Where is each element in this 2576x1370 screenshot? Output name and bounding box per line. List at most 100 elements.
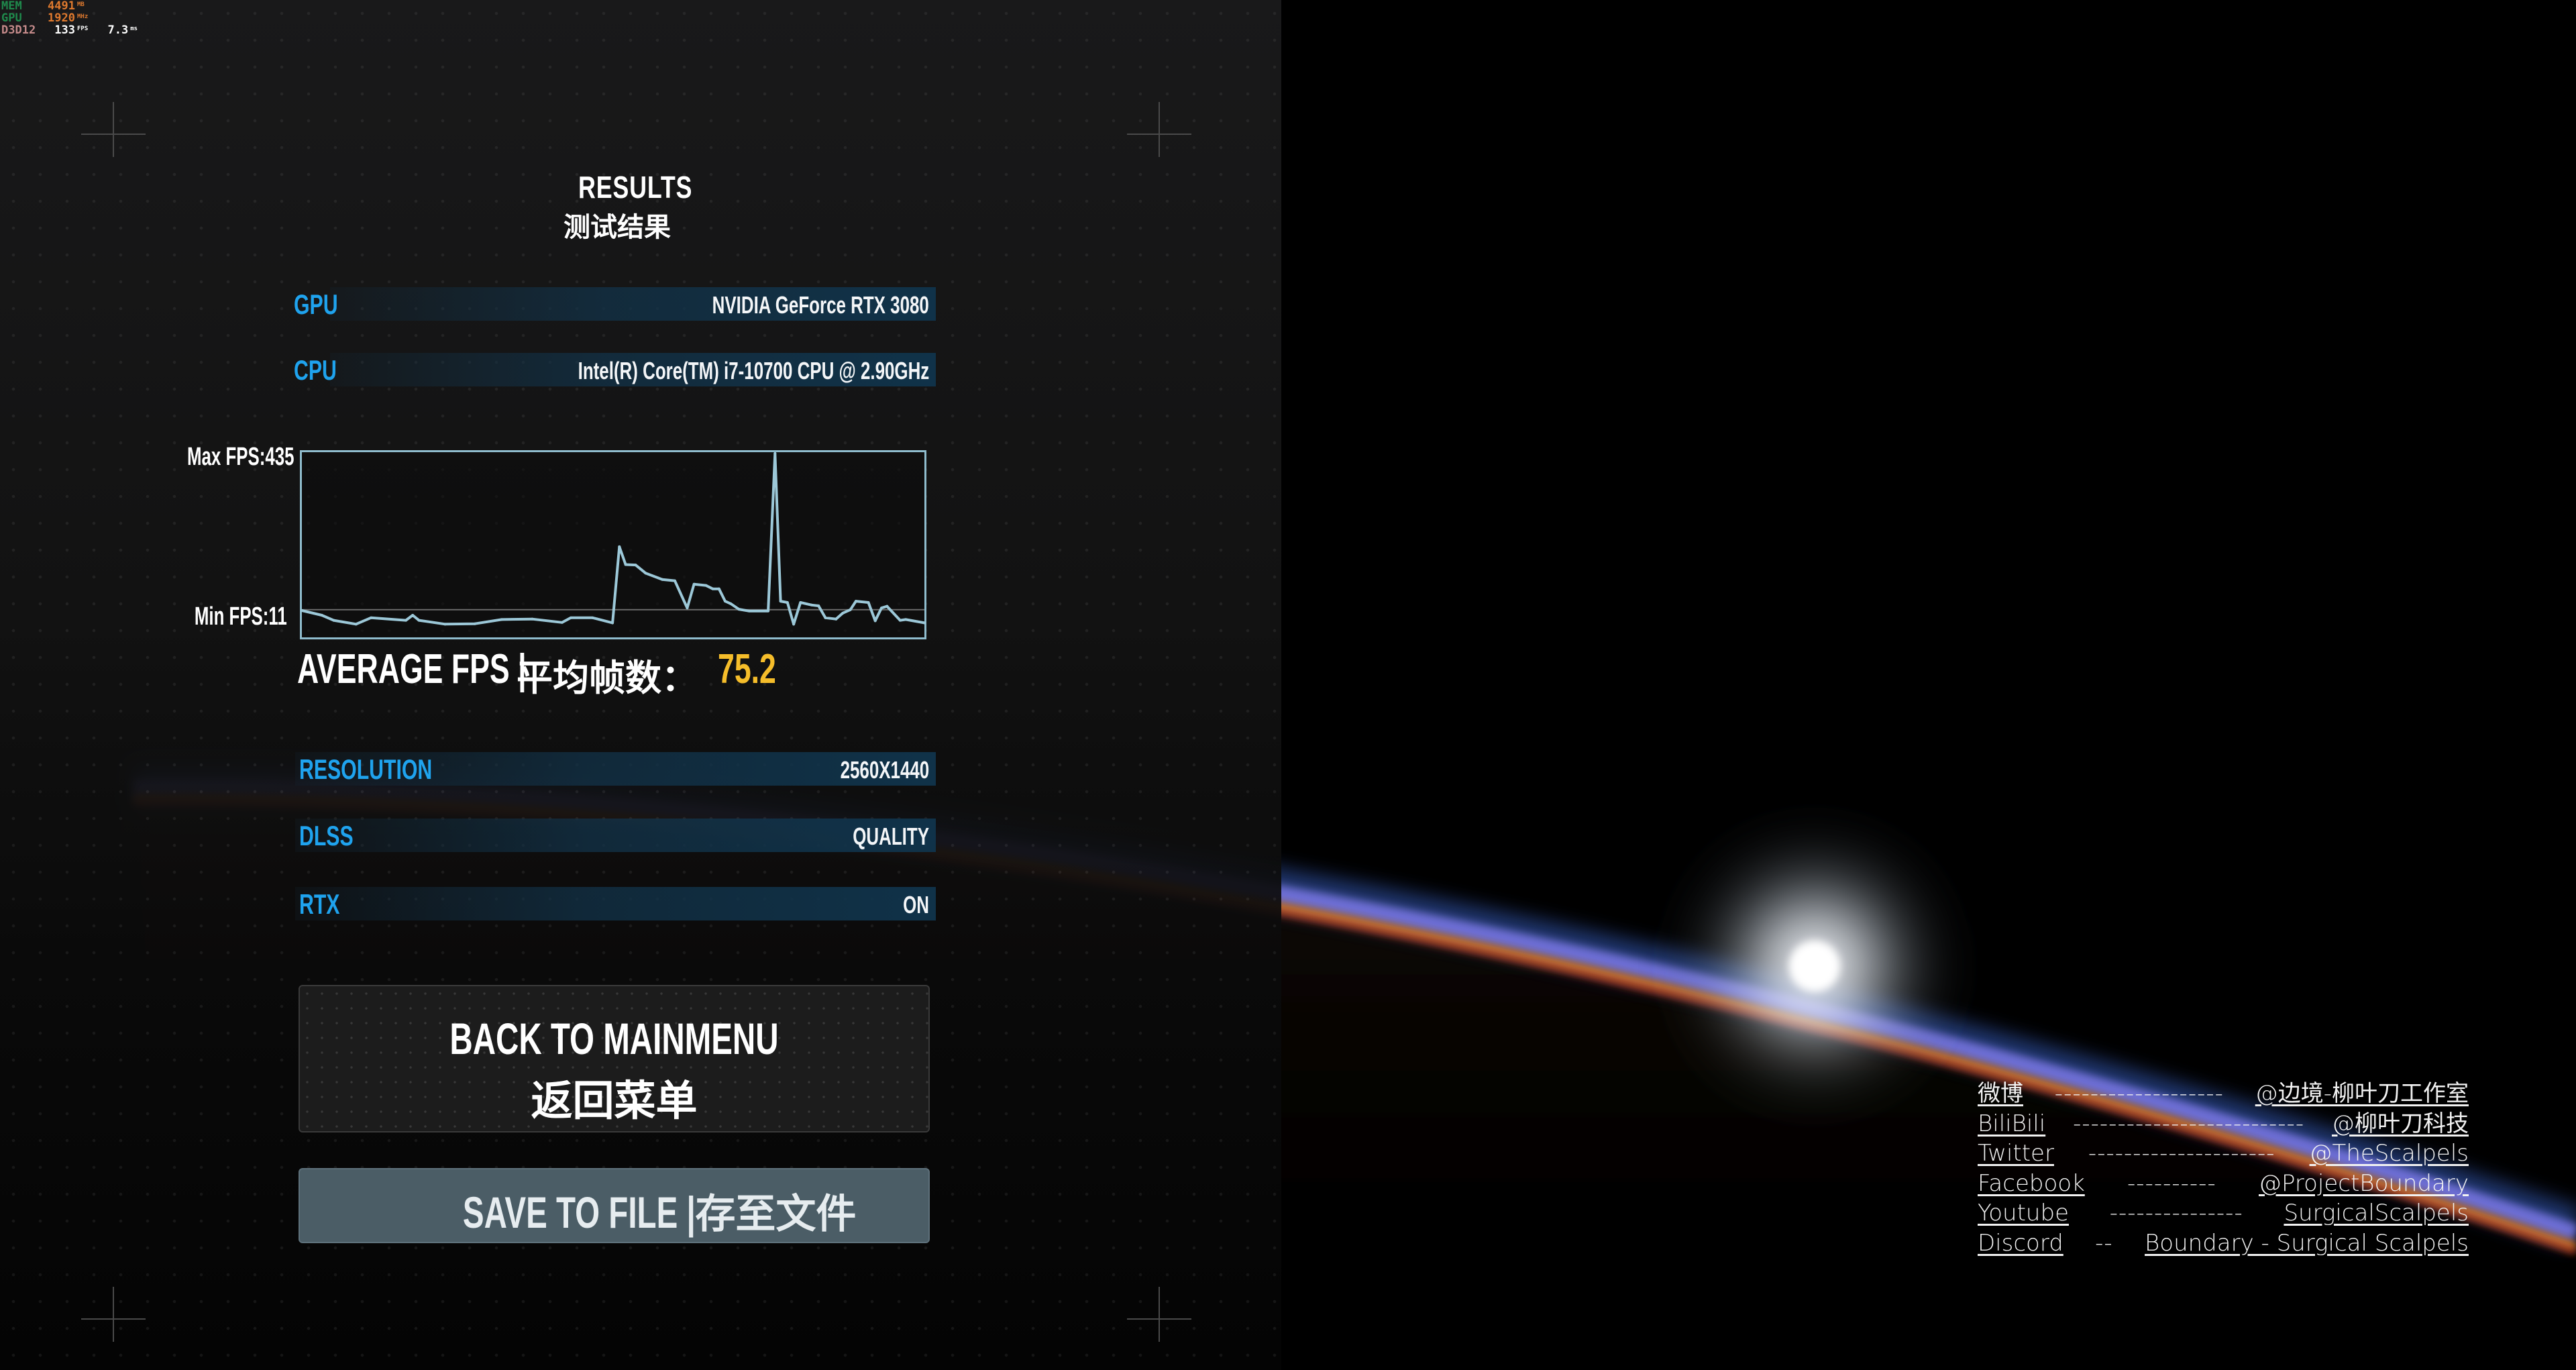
hud-unit: MHz — [77, 13, 89, 20]
gpu-value: NVIDIA GeForce RTX 3080 — [712, 291, 929, 319]
info-row-cpu: CPU Intel(R) Core(TM) i7-10700 CPU @ 2.9… — [290, 353, 936, 386]
fps-data-point — [644, 572, 647, 575]
corner-crosshair-bottom-left — [81, 1287, 146, 1351]
rtx-value: ON — [903, 891, 929, 918]
hud-value: 1920 — [48, 11, 75, 25]
hud-value: 4491 — [48, 0, 75, 13]
social-row-discord: Discord -- Boundary - Surgical Scalpels — [1978, 1228, 2469, 1259]
fps-data-point — [692, 582, 696, 586]
fps-data-point — [332, 619, 335, 622]
fps-data-point — [779, 600, 782, 603]
back-to-mainmenu-button[interactable]: BACK TO MAINMENU 返回菜单 — [299, 985, 930, 1132]
resolution-label: RESOLUTION — [299, 753, 433, 785]
fps-chart — [300, 450, 926, 639]
fps-data-point — [591, 616, 594, 619]
hud-unit: ms — [130, 25, 138, 32]
fps-data-point — [686, 607, 689, 610]
corner-crosshair-top-left — [81, 102, 146, 166]
gpu-label: GPU — [294, 288, 338, 320]
facebook-link[interactable]: Facebook — [1978, 1169, 2085, 1199]
average-fps-label: AVERAGE FPS | — [297, 646, 527, 692]
discord-handle-link[interactable]: Boundary - Surgical Scalpels — [2145, 1228, 2469, 1259]
fps-data-point — [841, 611, 845, 615]
fps-data-point — [624, 563, 627, 566]
info-bar — [295, 819, 936, 852]
info-row-dlss: DLSS QUALITY — [295, 819, 936, 852]
resolution-value: 2560X1440 — [840, 756, 929, 784]
social-row-facebook: Facebook ---------- @ProjectBoundary — [1978, 1169, 2469, 1199]
corner-crosshair-top-right — [1127, 102, 1191, 166]
fps-data-point — [885, 604, 889, 608]
fps-data-point — [560, 621, 564, 624]
dlss-label: DLSS — [299, 820, 354, 851]
separator-dashes: -- — [2095, 1229, 2113, 1257]
fps-data-point — [717, 587, 720, 590]
info-row-resolution: RESOLUTION 2560X1440 — [295, 752, 936, 786]
youtube-handle-link[interactable]: SurgicalScalpels — [2284, 1198, 2469, 1228]
social-row-bilibili: BiliBili -------------------------- @柳叶刀… — [1978, 1109, 2469, 1139]
hud-row-gpu: GPU 1920 MHz — [1, 12, 138, 24]
rtx-label: RTX — [299, 888, 340, 920]
cpu-value: Intel(R) Core(TM) i7-10700 CPU @ 2.90GHz — [578, 357, 929, 384]
fps-data-point — [817, 604, 820, 608]
twitter-handle-link[interactable]: @TheScalpels — [2310, 1139, 2469, 1169]
sun — [1789, 941, 1840, 992]
fps-data-point — [473, 622, 476, 625]
results-title-cn: 测试结果 — [564, 211, 671, 243]
results-title: RESULTS — [578, 170, 693, 205]
hud-frametime: 7.3 — [107, 23, 129, 37]
youtube-link[interactable]: Youtube — [1978, 1198, 2069, 1228]
hud-unit: FPS — [77, 25, 89, 32]
fps-data-point — [661, 578, 664, 581]
fps-data-point — [879, 607, 883, 610]
fps-data-point — [854, 600, 857, 603]
corner-crosshair-bottom-right — [1127, 1287, 1191, 1351]
info-bar — [295, 887, 936, 920]
hud-key: MEM — [1, 0, 22, 13]
hud-row-mem: MEM 4491 MB — [1, 0, 138, 12]
separator-dashes: ------------------- — [2054, 1080, 2224, 1107]
twitter-link[interactable]: Twitter — [1978, 1139, 2054, 1169]
fps-data-point — [737, 608, 741, 611]
bilibili-link[interactable]: BiliBili — [1978, 1109, 2045, 1139]
fps-data-point — [634, 564, 637, 567]
max-fps-label: Max FPS:435 — [186, 443, 294, 471]
hud-value: 133 — [54, 23, 75, 37]
separator-dashes: ---------- — [2127, 1169, 2216, 1197]
bilibili-handle-link[interactable]: @柳叶刀科技 — [2332, 1109, 2469, 1139]
hud-key: GPU — [1, 11, 22, 25]
save-to-file-button[interactable]: SAVE TO FILE | 存至文件 — [299, 1168, 930, 1243]
fps-data-point — [792, 623, 796, 626]
facebook-handle-link[interactable]: @ProjectBoundary — [2259, 1169, 2469, 1199]
fps-data-point — [417, 619, 421, 622]
fps-data-point — [786, 600, 789, 604]
info-row-gpu: GPU NVIDIA GeForce RTX 3080 — [290, 287, 936, 321]
fps-data-point — [849, 608, 852, 611]
fps-data-point — [810, 603, 814, 607]
fps-data-point — [411, 614, 415, 617]
hud-key: D3D12 — [1, 23, 36, 37]
fps-data-point — [569, 616, 572, 619]
weibo-link[interactable]: 微博 — [1978, 1079, 2023, 1109]
hud-row-d3d12: D3D12 133 FPS 7.3 ms — [1, 24, 138, 36]
fps-data-point — [611, 621, 614, 625]
separator-dashes: --------------- — [2109, 1200, 2243, 1227]
fps-data-point — [773, 452, 777, 455]
average-fps-label-cn: 平均帧数： — [517, 656, 698, 699]
social-row-weibo: 微博 ------------------- @边境-柳叶刀工作室 — [1978, 1079, 2469, 1109]
fps-data-point — [500, 618, 503, 621]
info-row-rtx: RTX ON — [295, 887, 936, 920]
cpu-label: CPU — [294, 354, 337, 386]
social-row-youtube: Youtube --------------- SurgicalScalpels — [1978, 1198, 2469, 1228]
social-row-twitter: Twitter --------------------- @TheScalpe… — [1978, 1139, 2469, 1169]
weibo-handle-link[interactable]: @边境-柳叶刀工作室 — [2255, 1079, 2469, 1109]
social-links: 微博 ------------------- @边境-柳叶刀工作室 BiliBi… — [1978, 1079, 2469, 1259]
discord-link[interactable]: Discord — [1978, 1228, 2063, 1259]
fps-data-point — [799, 600, 802, 604]
separator-dashes: -------------------------- — [2073, 1110, 2305, 1137]
fps-data-point — [618, 545, 621, 548]
fps-data-point — [704, 584, 708, 587]
fps-data-point — [867, 600, 870, 604]
fps-data-point — [724, 600, 727, 603]
fps-data-point — [904, 618, 908, 621]
